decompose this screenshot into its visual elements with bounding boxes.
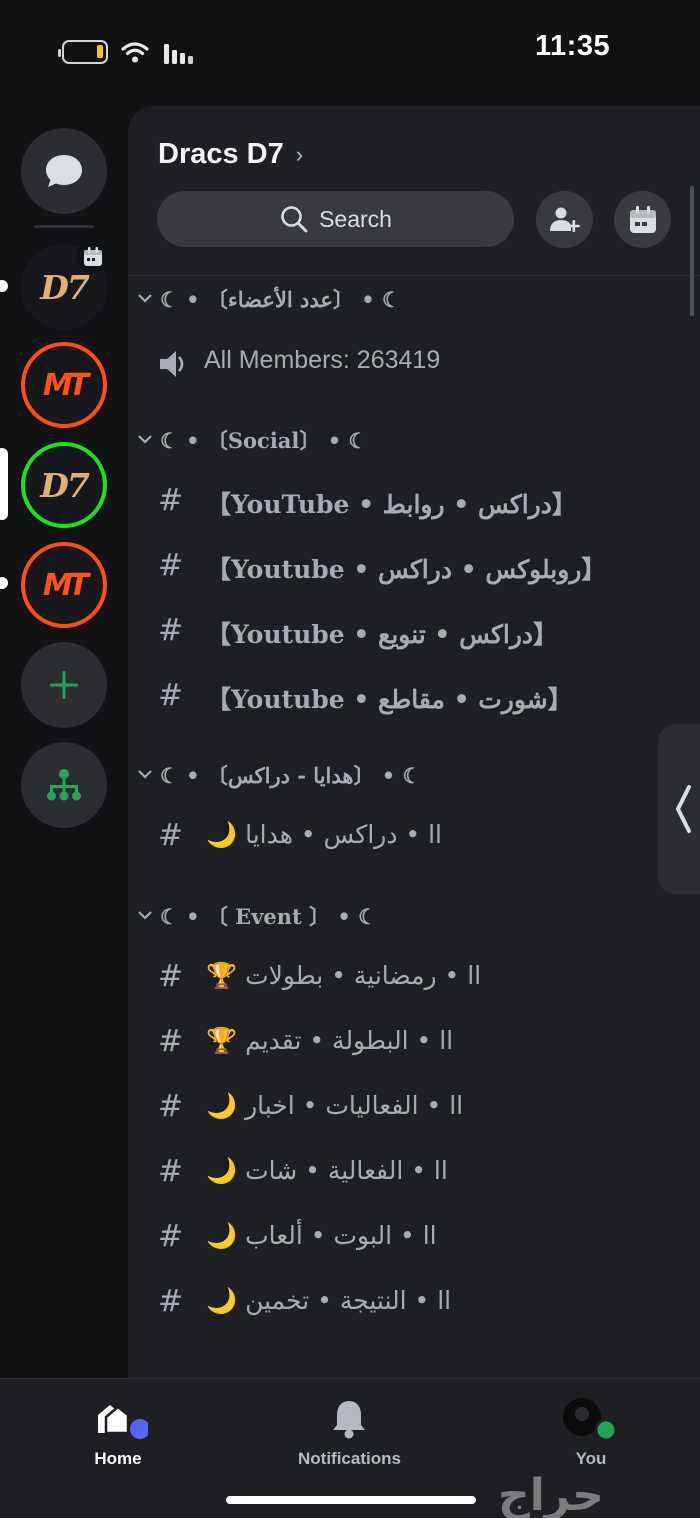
- channel-item[interactable]: # 🏆 اا • رمضانية • بطولات: [128, 949, 700, 1009]
- category-social[interactable]: ☾ • 〔Social〕 • ☾: [128, 421, 700, 461]
- events-button[interactable]: [614, 191, 671, 248]
- server-logo: MT: [42, 567, 89, 603]
- plus-icon: [50, 671, 78, 699]
- direct-messages-button[interactable]: [21, 128, 107, 214]
- tab-home[interactable]: Home: [88, 1397, 148, 1469]
- server-rail: D7 MT D7 MT: [0, 100, 128, 1378]
- member-count-channel[interactable]: All Members: 263419: [128, 342, 700, 392]
- channel-item[interactable]: # 🌙 اا • الفعاليات • اخبار: [128, 1079, 700, 1139]
- text-channel-icon: #: [158, 1024, 184, 1059]
- channel-item[interactable]: # 🌙 اا • البوت • ألعاب: [128, 1209, 700, 1269]
- text-channel-icon: #: [158, 548, 184, 583]
- member-count-label: All Members: 263419: [204, 346, 441, 374]
- channel-item[interactable]: # 【YouTube • دراكس • روابط】: [128, 473, 700, 533]
- watermark-logo: حراج: [498, 1470, 604, 1518]
- category-event[interactable]: ☾ • 〔 Event 〕 • ☾: [128, 897, 700, 937]
- category-members[interactable]: ☾ • 〔عدد الأعضاء〕 • ☾: [128, 280, 700, 320]
- chat-bubble-icon: [46, 155, 82, 187]
- server-logo: D7: [40, 465, 90, 505]
- status-time: 11:35: [535, 30, 611, 62]
- text-channel-icon: #: [158, 678, 184, 713]
- status-bar: 11:35: [0, 0, 700, 100]
- rail-divider: [34, 225, 94, 228]
- calendar-icon: [84, 247, 102, 266]
- channel-label: 【YouTube • دراكس • روابط】: [206, 490, 577, 519]
- tab-you[interactable]: You: [558, 1397, 624, 1469]
- category-label: ☾ • 〔Social〕 • ☾: [160, 428, 368, 453]
- server-logo: MT: [42, 367, 89, 403]
- server-header: Dracs D7 › Search: [128, 106, 700, 276]
- chevron-down-icon: [138, 294, 152, 303]
- chevron-down-icon: [138, 911, 152, 920]
- server-logo: D7: [40, 267, 90, 307]
- channel-label: 🌙 اا • الفعاليات • اخبار: [206, 1091, 464, 1120]
- signal-icon: [164, 42, 193, 64]
- invite-members-button[interactable]: [536, 191, 593, 248]
- text-channel-icon: #: [158, 1089, 184, 1124]
- channel-item[interactable]: # 【Youtube • دراكس • تنويع】: [128, 603, 700, 663]
- home-icon: [98, 1405, 148, 1439]
- channel-label: 🏆 اا • البطولة • تقديم: [206, 1026, 454, 1055]
- discover-servers-button[interactable]: [21, 742, 107, 828]
- channel-panel: Dracs D7 › Search ☾ • 〔عدد الأعضاء〕 • ☾ …: [128, 106, 700, 1378]
- channel-label: 🌙 اا • البوت • ألعاب: [206, 1221, 437, 1250]
- event-badge: [76, 240, 110, 274]
- member-drawer-handle[interactable]: [658, 724, 700, 894]
- channel-label: 【Youtube • روبلوكس • دراكس】: [206, 555, 607, 584]
- tab-notifications[interactable]: Notifications: [298, 1397, 401, 1469]
- home-indicator: [226, 1496, 476, 1504]
- text-channel-icon: #: [158, 613, 184, 648]
- channel-label: 【Youtube • شورت • مقاطع】: [206, 685, 573, 714]
- channel-item[interactable]: # 🏆 اا • البطولة • تقديم: [128, 1014, 700, 1074]
- channel-label: 🏆 اا • رمضانية • بطولات: [206, 961, 482, 990]
- search-icon: [281, 206, 308, 233]
- server-name-button[interactable]: Dracs D7 ›: [158, 138, 303, 171]
- tab-notifications-label: Notifications: [298, 1449, 401, 1468]
- server-icon-dracs-d7-active[interactable]: D7: [21, 442, 107, 528]
- text-channel-icon: #: [158, 483, 184, 518]
- add-server-button[interactable]: [21, 642, 107, 728]
- text-channel-icon: #: [158, 959, 184, 994]
- channel-label: 【Youtube • دراكس • تنويع】: [206, 620, 559, 649]
- server-name: Dracs D7: [158, 138, 284, 170]
- text-channel-icon: #: [158, 1219, 184, 1254]
- category-label: ☾ • 〔هدايا - دراكس〕 • ☾: [160, 763, 422, 788]
- server-icon-mt-2[interactable]: MT: [21, 542, 107, 628]
- chevron-down-icon: [138, 770, 152, 779]
- avatar: [563, 1398, 618, 1441]
- search-label: Search: [319, 205, 392, 232]
- server-icon-mt[interactable]: MT: [21, 342, 107, 428]
- selected-server-indicator: [0, 448, 8, 520]
- chevron-left-icon: [675, 785, 691, 833]
- channel-label: 🌙 اا • الفعالية • شات: [206, 1156, 448, 1185]
- channel-label: 🌙 اا • دراكس • هدايا: [206, 820, 443, 849]
- battery-icon: [58, 40, 108, 64]
- bell-icon: [333, 1401, 366, 1439]
- channel-item[interactable]: # 【Youtube • روبلوكس • دراكس】: [128, 538, 700, 598]
- category-label: ☾ • 〔 Event 〕 • ☾: [160, 904, 377, 929]
- channel-item[interactable]: # 🌙 اا • الفعالية • شات: [128, 1144, 700, 1204]
- add-member-icon: [549, 207, 580, 232]
- channel-item[interactable]: # 🌙 اا • النتيجة • تخمين: [128, 1274, 700, 1334]
- stage-speaker-icon: [160, 351, 184, 377]
- tab-home-label: Home: [94, 1449, 142, 1468]
- text-channel-icon: #: [158, 1154, 184, 1189]
- search-button[interactable]: Search: [157, 191, 514, 247]
- tab-you-label: You: [575, 1449, 607, 1468]
- channel-item[interactable]: # 【Youtube • شورت • مقاطع】: [128, 668, 700, 728]
- chevron-down-icon: [138, 435, 152, 444]
- channel-item[interactable]: # 🌙 اا • دراكس • هدايا: [128, 808, 700, 868]
- category-label: ☾ • 〔عدد الأعضاء〕 • ☾: [160, 287, 401, 312]
- chevron-right-icon: ›: [295, 141, 304, 167]
- channel-label: 🌙 اا • النتيجة • تخمين: [206, 1286, 452, 1315]
- hierarchy-icon: [47, 769, 81, 801]
- category-gifts[interactable]: ☾ • 〔هدايا - دراكس〕 • ☾: [128, 756, 700, 796]
- text-channel-icon: #: [158, 1284, 184, 1319]
- wifi-icon: [121, 42, 149, 63]
- text-channel-icon: #: [158, 818, 184, 853]
- calendar-icon: [629, 205, 656, 233]
- unread-indicator: [0, 577, 8, 589]
- unread-indicator: [0, 280, 8, 292]
